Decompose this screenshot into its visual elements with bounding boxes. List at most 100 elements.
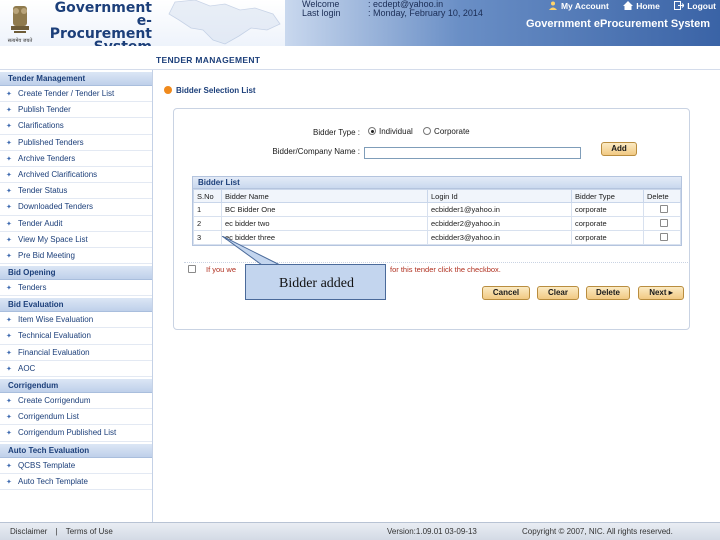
sidebar-item-label: AOC: [18, 363, 36, 373]
my-account-link[interactable]: My Account: [548, 1, 611, 11]
agree-text-right: for this tender click the checkbox.: [390, 265, 501, 274]
sidebar-item-label: Downloaded Tenders: [18, 202, 94, 212]
sidebar-item-archive-tenders[interactable]: ✦ Archive Tenders: [0, 151, 152, 167]
clear-button[interactable]: Clear: [537, 286, 579, 300]
sidebar-item-published-tenders[interactable]: ✦ Published Tenders: [0, 135, 152, 151]
sidebar-item-clarifications[interactable]: ✦ Clarifications: [0, 118, 152, 135]
sidebar-group-corrigendum[interactable]: Corrigendum: [0, 379, 152, 393]
top-links: My Account Home Logout: [536, 1, 716, 11]
bullet-icon: ✦: [6, 139, 12, 147]
header: सत्यमेव जयते Government e-Procurement Sy…: [0, 0, 720, 54]
sidebar-group-tender-management[interactable]: Tender Management: [0, 72, 152, 86]
last-login-value: : Monday, February 10, 2014: [368, 8, 483, 18]
sidebar-item-financial-evaluation[interactable]: ✦ Financial Evaluation: [0, 345, 152, 361]
bullet-icon: ✦: [6, 107, 12, 115]
logo-line-2: e-Procurement: [49, 13, 152, 42]
bullet-icon: ✦: [6, 171, 12, 179]
emblem-caption: सत्यमेव जयते: [8, 37, 33, 44]
footer-links: Disclaimer | Terms of Use: [10, 523, 113, 540]
sub-title-text: Bidder Selection List: [176, 86, 256, 95]
agree-checkbox[interactable]: [188, 265, 196, 273]
column-header-bidder-type: Bidder Type: [571, 189, 644, 203]
sidebar-item-corrigendum-published-list[interactable]: ✦ Corrigendum Published List: [0, 425, 152, 442]
sidebar-item-create-tender[interactable]: ✦ Create Tender / Tender List: [0, 86, 152, 103]
cell-login-id: ecbidder2@yahoo.in: [427, 216, 572, 231]
bidder-type-radios: Individual Corporate: [368, 127, 470, 136]
add-button[interactable]: Add: [601, 142, 637, 156]
radio-individual-label: Individual: [379, 127, 413, 136]
version-text: Version:1.09.01 03-09-13: [387, 527, 477, 536]
user-icon: [548, 1, 557, 10]
sidebar-group-bid-evaluation[interactable]: Bid Evaluation: [0, 298, 152, 313]
bullet-icon: ✦: [6, 414, 12, 422]
company-name-input[interactable]: [364, 147, 581, 159]
sidebar-item-archived-clarifications[interactable]: ✦ Archived Clarifications: [0, 167, 152, 184]
sidebar-item-corrigendum-list[interactable]: ✦ Corrigendum List: [0, 409, 152, 426]
my-account-label: My Account: [560, 1, 609, 11]
home-label: Home: [636, 1, 660, 11]
bullet-icon: ✦: [6, 204, 12, 212]
radio-corporate[interactable]: Corporate: [423, 127, 470, 136]
home-icon: [623, 1, 634, 10]
bullet-icon: ✦: [6, 123, 12, 131]
sub-title: Bidder Selection List: [164, 86, 256, 95]
sidebar-item-publish-tender[interactable]: ✦ Publish Tender: [0, 102, 152, 119]
india-map-icon: [168, 0, 281, 45]
table-row: 1 BC Bidder One ecbidder1@yahoo.in corpo…: [193, 202, 681, 217]
sidebar: Tender Management ✦ Create Tender / Tende…: [0, 70, 153, 522]
sidebar-item-label: View My Space List: [18, 234, 88, 244]
delete-checkbox[interactable]: [659, 218, 668, 227]
delete-checkbox[interactable]: [659, 232, 668, 241]
welcome-info: Welcome: ecdept@yahoo.in Last login: Mon…: [302, 0, 483, 18]
sidebar-item-label: Pre Bid Meeting: [18, 250, 75, 260]
bullet-icon: ✦: [6, 220, 12, 228]
radio-corporate-icon: [423, 127, 432, 135]
bullet-icon: ✦: [6, 285, 12, 293]
sidebar-item-label: Corrigendum Published List: [18, 428, 117, 438]
callout-pointer: [222, 236, 281, 266]
sidebar-group-auto-tech-evaluation[interactable]: Auto Tech Evaluation: [0, 443, 152, 458]
home-link[interactable]: Home: [623, 1, 662, 11]
bidder-type-label: Bidder Type :: [313, 128, 360, 137]
sidebar-item-tenders[interactable]: ✦ Tenders: [0, 280, 152, 297]
table-header-row: S.No Bidder Name Login Id Bidder Type De…: [193, 189, 681, 203]
bullet-icon: ✦: [6, 430, 12, 438]
sidebar-item-view-my-space[interactable]: ✦ View My Space List: [0, 232, 152, 248]
bidder-list-title: Bidder List: [193, 177, 681, 189]
next-button[interactable]: Next ▸: [638, 286, 684, 300]
sidebar-group-bid-opening[interactable]: Bid Opening: [0, 266, 152, 281]
footer-separator: |: [55, 527, 58, 536]
sidebar-item-downloaded-tenders[interactable]: ✦ Downloaded Tenders: [0, 199, 152, 216]
terms-link[interactable]: Terms of Use: [66, 527, 113, 536]
sidebar-item-aoc[interactable]: ✦ AOC: [0, 361, 152, 377]
column-header-delete: Delete: [643, 189, 681, 203]
sidebar-item-pre-bid-meeting[interactable]: ✦ Pre Bid Meeting: [0, 248, 152, 265]
sidebar-item-label: Financial Evaluation: [18, 347, 90, 357]
company-name-label: Bidder/Company Name :: [272, 147, 360, 156]
sidebar-item-label: Corrigendum List: [18, 412, 79, 422]
cell-sno: 3: [193, 230, 222, 245]
sidebar-item-label: Publish Tender: [18, 105, 71, 115]
cell-delete: [643, 230, 681, 245]
delete-checkbox[interactable]: [659, 204, 668, 213]
cell-bidder-type: corporate: [571, 202, 644, 217]
sidebar-item-qcbs-template[interactable]: ✦ QCBS Template: [0, 458, 152, 474]
bullet-icon: ✦: [6, 398, 12, 405]
radio-individual[interactable]: Individual: [368, 127, 413, 136]
sidebar-item-tender-status[interactable]: ✦ Tender Status: [0, 183, 152, 200]
sidebar-item-label: Tender Audit: [18, 218, 63, 228]
last-login-label: Last login: [302, 8, 341, 18]
logo-line-1: Government: [54, 0, 152, 16]
cancel-button[interactable]: Cancel: [482, 286, 530, 300]
bullet-icon: ✦: [6, 188, 12, 196]
sidebar-item-technical-evaluation[interactable]: ✦ Technical Evaluation: [0, 328, 152, 345]
sidebar-item-label: Create Corrigendum: [18, 396, 91, 405]
sidebar-item-label: Technical Evaluation: [18, 331, 91, 341]
delete-button[interactable]: Delete: [586, 286, 630, 300]
sidebar-item-create-corrigendum[interactable]: ✦ Create Corrigendum: [0, 393, 152, 410]
logout-link[interactable]: Logout: [674, 1, 716, 11]
disclaimer-link[interactable]: Disclaimer: [10, 527, 47, 536]
sidebar-item-auto-tech-template[interactable]: ✦ Auto Tech Template: [0, 474, 152, 490]
sidebar-item-tender-audit[interactable]: ✦ Tender Audit: [0, 216, 152, 232]
sidebar-item-item-wise-evaluation[interactable]: ✦ Item Wise Evaluation: [0, 312, 152, 329]
